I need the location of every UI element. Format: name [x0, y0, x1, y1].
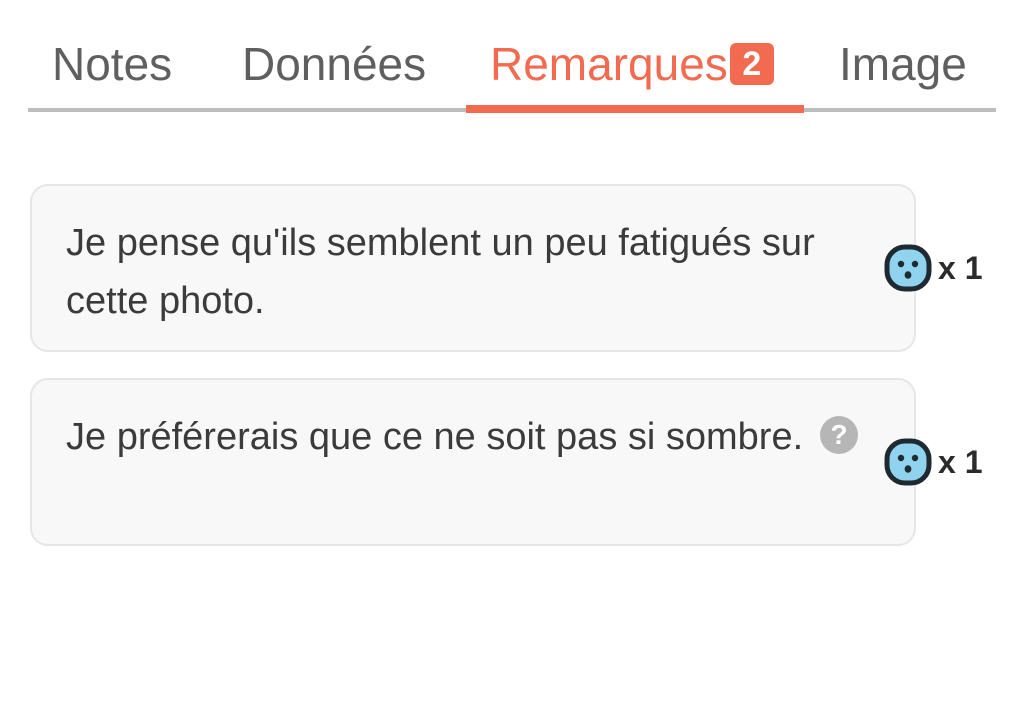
tab-donnees-label: Données	[242, 38, 427, 90]
reaction-button[interactable]: x 1	[884, 244, 982, 292]
question-icon[interactable]: ?	[820, 416, 858, 454]
remark-card[interactable]: Je préférerais que ce ne soit pas si som…	[30, 378, 916, 546]
surprised-face-icon	[884, 438, 932, 486]
tab-remarques-label: Remarques	[490, 38, 728, 90]
tab-notes-label: Notes	[52, 38, 173, 90]
reaction-button[interactable]: x 1	[884, 438, 982, 486]
tab-remarques[interactable]: Remarques 2	[490, 36, 774, 92]
reaction-count: x 1	[938, 250, 983, 286]
surprised-face-icon	[884, 244, 932, 292]
remark-text: Je préférerais que ce ne soit pas si som…	[66, 416, 804, 458]
tab-image-label: Image	[839, 38, 967, 90]
tab-notes[interactable]: Notes	[52, 36, 172, 92]
tab-image[interactable]: Image	[839, 36, 967, 92]
active-tab-indicator	[466, 105, 804, 113]
reaction-count: x 1	[938, 444, 983, 480]
tab-donnees[interactable]: Données	[242, 36, 426, 92]
remark-card[interactable]: Je pense qu'ils semblent un peu fatigués…	[30, 184, 916, 352]
remarques-count-badge: 2	[729, 43, 774, 85]
remark-text: Je pense qu'ils semblent un peu fatigués…	[66, 222, 815, 322]
tab-bar: Notes Données Remarques 2 Image	[28, 0, 996, 114]
